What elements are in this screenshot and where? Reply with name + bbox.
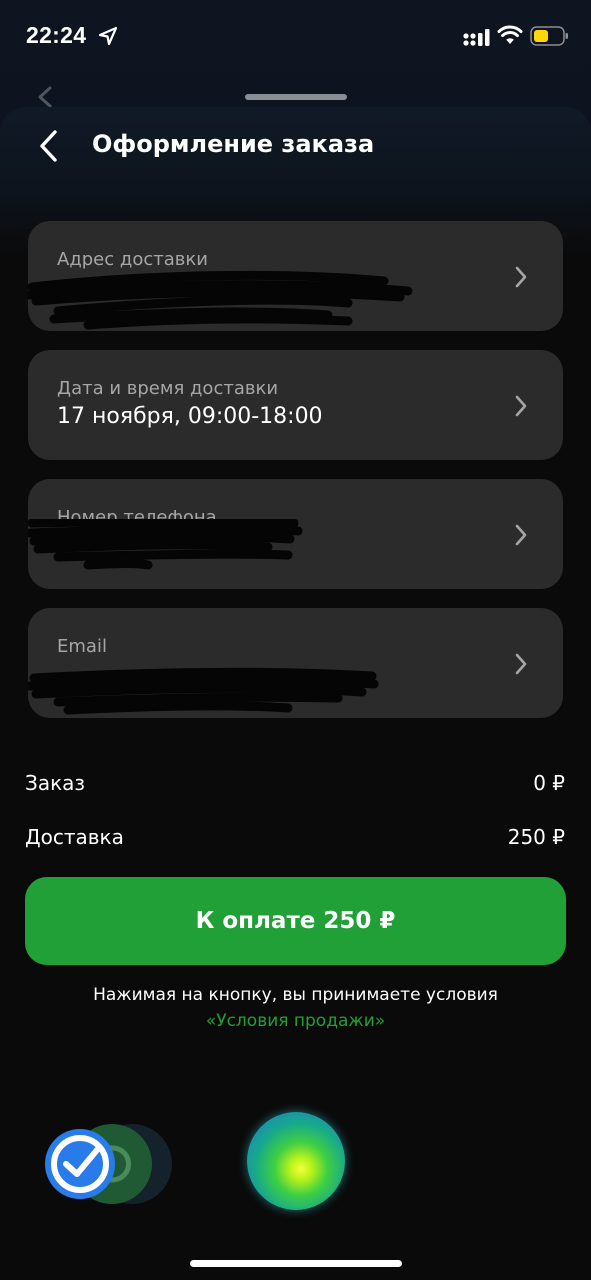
assistant-orb-icon[interactable] [247,1112,345,1210]
terms-text: Нажимая на кнопку, вы принимаете условия [93,985,498,1005]
status-bar: 22:24 [0,0,591,72]
delivery-address-card[interactable]: Адрес доставки [28,221,563,331]
chevron-right-icon [515,395,527,417]
order-value: 0 ₽ [533,771,565,795]
delivery-datetime-card[interactable]: Дата и время доставки 17 ноября, 09:00-1… [28,350,563,460]
phone-number-card[interactable]: Номер телефона [28,479,563,589]
chevron-right-icon [515,653,527,675]
sheet-grabber[interactable] [245,94,347,100]
status-time: 22:24 [26,22,87,48]
redaction-scribble [28,667,379,715]
card-value: 17 ноября, 09:00-18:00 [57,404,323,429]
battery-icon [530,26,568,46]
cellular-signal-icon [463,29,490,46]
card-label: Дата и время доставки [57,378,279,399]
location-arrow-icon [98,26,118,46]
chevron-right-icon [515,524,527,546]
chevron-left-icon[interactable] [36,129,60,163]
redaction-scribble [28,270,413,330]
email-card[interactable]: Email [28,608,563,718]
chevron-right-icon [515,266,527,288]
delivery-value: 250 ₽ [507,825,565,849]
wifi-icon [497,25,523,44]
delivery-label: Доставка [25,825,124,849]
pay-button[interactable]: К оплате 250 ₽ [25,877,566,965]
home-indicator[interactable] [190,1260,402,1267]
app-icons-cluster[interactable] [40,1120,180,1210]
order-label: Заказ [25,771,86,795]
terms-of-sale-link[interactable]: «Условия продажи» [0,1011,591,1031]
background-back-icon [38,86,52,108]
page-title: Оформление заказа [92,130,375,158]
redaction-scribble [28,519,303,570]
